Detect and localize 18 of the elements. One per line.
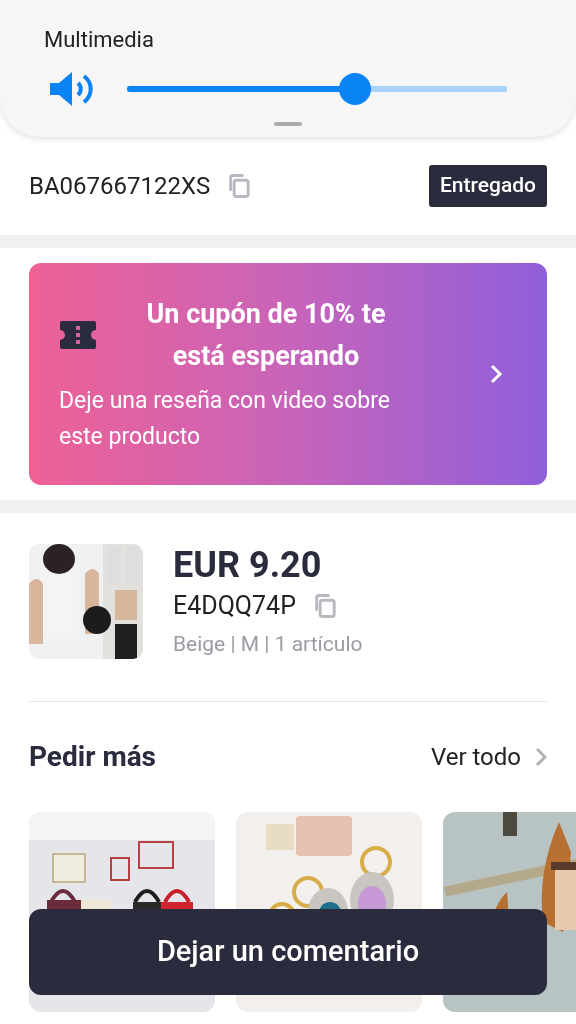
volume-thumb[interactable] [339,73,371,105]
order-number: BA067667122XS [29,171,211,202]
status-badge: Entregado [429,165,547,207]
product-details: Beige | M | 1 artículo [173,631,363,658]
coupon-banner[interactable]: Un cupón de 10% te está esperando Deje una reseña con video sobre este producto [29,263,547,485]
coupon-text: Deje una reseña con video sobre este producto [59,386,392,452]
see-all-link[interactable]: Ver todo [430,738,547,775]
panel-label: Multimedia [44,27,155,53]
leave-comment-button[interactable]: Dejar un comentario [29,909,547,995]
speaker-icon[interactable] [48,69,96,109]
drag-handle[interactable] [274,122,302,126]
coupon-title: Un cupón de 10% te está esperando [145,297,387,374]
ticket-icon [59,320,97,350]
section-title: Pedir más [29,738,156,775]
chevron-right-icon [535,746,547,767]
product-price: EUR 9.20 [173,543,323,587]
product-code: E4DQQ74P [173,590,296,622]
chevron-right-icon [489,363,503,385]
